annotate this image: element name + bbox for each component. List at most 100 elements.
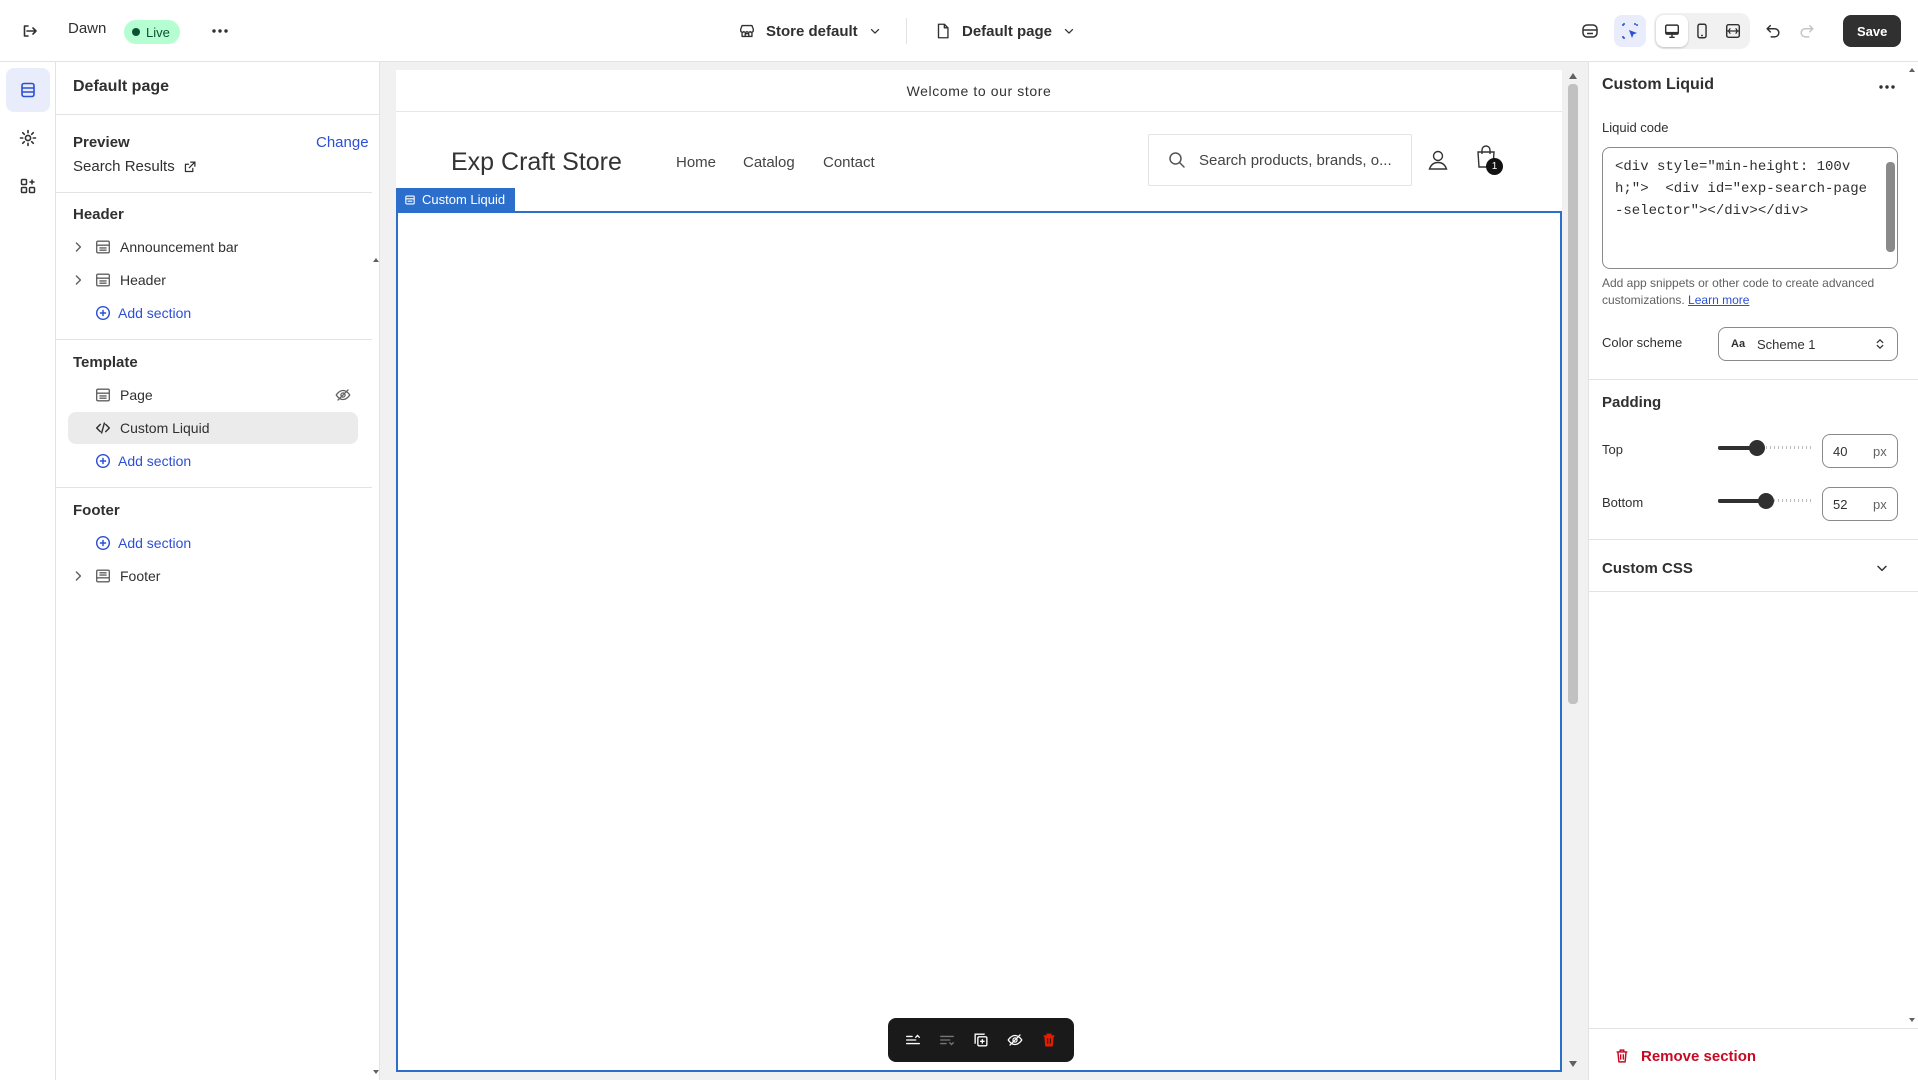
bottom-padding-slider[interactable] <box>1718 493 1812 509</box>
add-section-footer-button[interactable]: Add section <box>68 527 358 559</box>
scroll-down-icon <box>373 1070 379 1074</box>
sidebar-scrollbar[interactable] <box>372 194 380 1080</box>
scroll-down-icon <box>1569 1061 1577 1067</box>
preview-label: Preview <box>73 134 130 151</box>
desktop-icon[interactable] <box>1656 15 1688 47</box>
section-custom-liquid[interactable]: Custom Liquid <box>68 412 358 444</box>
chevron-right-icon[interactable] <box>70 272 86 288</box>
preview-resource[interactable]: Search Results <box>73 158 197 175</box>
external-link-icon <box>184 160 196 172</box>
store-selector[interactable]: Store default <box>738 18 882 44</box>
selected-section-tag[interactable]: Custom Liquid <box>396 188 516 211</box>
live-dot-icon <box>132 28 140 36</box>
section-layout-icon <box>405 195 415 204</box>
add-circle-icon <box>95 535 111 551</box>
color-scheme-value: Scheme 1 <box>1757 336 1816 352</box>
custom-liquid-section[interactable] <box>396 211 1562 1072</box>
section-footer[interactable]: Footer <box>68 560 358 592</box>
learn-more-link[interactable]: Learn more <box>1688 293 1749 307</box>
hide-icon[interactable] <box>1006 1031 1024 1049</box>
mobile-icon[interactable] <box>1686 15 1718 47</box>
redo-icon[interactable] <box>1791 15 1823 47</box>
account-icon[interactable] <box>1426 148 1450 172</box>
top-padding-slider[interactable] <box>1718 440 1812 456</box>
page-icon <box>937 23 949 39</box>
save-button[interactable]: Save <box>1843 15 1902 47</box>
move-down-icon[interactable] <box>938 1031 956 1049</box>
change-preview-link[interactable]: Change <box>316 134 369 151</box>
sections-icon[interactable] <box>6 68 50 112</box>
liquid-code-text: <div style="min-height: 100vh;"> <div id… <box>1615 159 1868 219</box>
nav-contact[interactable]: Contact <box>823 154 875 171</box>
unit-label: px <box>1873 496 1887 512</box>
page-selector[interactable]: Default page <box>934 18 1076 44</box>
store-search-input[interactable]: Search products, brands, o... <box>1148 134 1412 186</box>
bottom-padding-value: 52 <box>1833 496 1848 512</box>
template-group-title: Template <box>73 354 138 371</box>
section-page[interactable]: Page <box>68 379 358 411</box>
viewport-toggle <box>1654 13 1750 49</box>
top-padding-input[interactable]: 40 px <box>1822 434 1898 468</box>
delete-icon[interactable] <box>1040 1031 1058 1049</box>
inspector-icon[interactable] <box>1614 15 1646 47</box>
section-announcement-bar[interactable]: Announcement bar <box>68 231 358 263</box>
eye-hidden-icon[interactable] <box>334 386 352 404</box>
apps-icon[interactable] <box>6 164 50 208</box>
unit-label: px <box>1873 443 1887 459</box>
top-bar: Dawn Live Store default Default page Sav… <box>0 0 1918 62</box>
remove-section-button[interactable]: Remove section <box>1613 1042 1756 1070</box>
chevron-right-icon[interactable] <box>70 239 86 255</box>
more-actions-icon[interactable] <box>204 15 236 47</box>
code-scroll-thumb[interactable] <box>1886 162 1895 252</box>
bottom-padding-input[interactable]: 52 px <box>1822 487 1898 521</box>
exit-icon[interactable] <box>14 15 46 47</box>
scroll-thumb[interactable] <box>1568 84 1578 704</box>
slider-thumb[interactable] <box>1758 493 1774 509</box>
chevron-right-icon[interactable] <box>70 568 86 584</box>
nav-home[interactable]: Home <box>676 154 716 171</box>
search-placeholder: Search products, brands, o... <box>1199 151 1392 169</box>
chevron-down-icon <box>1877 565 1887 572</box>
custom-css-toggle[interactable]: Custom CSS <box>1602 556 1898 580</box>
nav-catalog[interactable]: Catalog <box>743 154 795 171</box>
liquid-code-editor[interactable]: <div style="min-height: 100vh;"> <div id… <box>1602 147 1898 269</box>
section-layout-icon <box>96 273 110 287</box>
padding-title: Padding <box>1602 394 1662 411</box>
panel-divider <box>1589 1028 1918 1029</box>
database-icon[interactable] <box>1574 15 1606 47</box>
store-selector-label: Store default <box>766 22 858 40</box>
live-badge-label: Live <box>146 24 170 40</box>
settings-gear-icon[interactable] <box>6 116 50 160</box>
section-sidebar: Default page Preview Change Search Resul… <box>56 62 380 1080</box>
add-section-label: Add section <box>118 305 192 321</box>
page-selector-label: Default page <box>962 22 1053 40</box>
sidebar-divider <box>56 114 380 115</box>
add-section-header-button[interactable]: Add section <box>68 297 358 329</box>
preview-scrollbar[interactable] <box>1566 70 1580 1072</box>
more-options-icon[interactable] <box>1877 77 1897 97</box>
section-header[interactable]: Header <box>68 264 358 296</box>
slider-thumb[interactable] <box>1749 440 1765 456</box>
liquid-help-text: Add app snippets or other code to create… <box>1602 275 1898 309</box>
move-up-icon[interactable] <box>904 1031 922 1049</box>
scroll-up-icon <box>1909 68 1915 72</box>
settings-panel: Custom Liquid Liquid code <div style="mi… <box>1588 62 1918 1080</box>
scroll-up-icon <box>1569 73 1577 79</box>
cart-count-badge: 1 <box>1486 158 1503 175</box>
topbar-divider <box>906 18 907 44</box>
theme-name: Dawn <box>68 20 107 37</box>
add-circle-icon <box>95 453 111 469</box>
scroll-down-icon <box>1909 1018 1915 1022</box>
header-group-title: Header <box>73 206 124 223</box>
section-label: Header <box>120 272 166 288</box>
undo-icon[interactable] <box>1757 15 1789 47</box>
color-scheme-select[interactable]: Aa Scheme 1 <box>1718 327 1898 361</box>
full-width-icon[interactable] <box>1717 15 1749 47</box>
announcement-bar[interactable]: Welcome to our store <box>396 70 1562 112</box>
cart-button[interactable]: 1 <box>1474 144 1504 176</box>
liquid-code-label: Liquid code <box>1602 120 1669 135</box>
section-label: Footer <box>120 568 161 584</box>
duplicate-icon[interactable] <box>972 1031 990 1049</box>
add-section-template-button[interactable]: Add section <box>68 445 358 477</box>
store-logo-text[interactable]: Exp Craft Store <box>451 148 622 177</box>
